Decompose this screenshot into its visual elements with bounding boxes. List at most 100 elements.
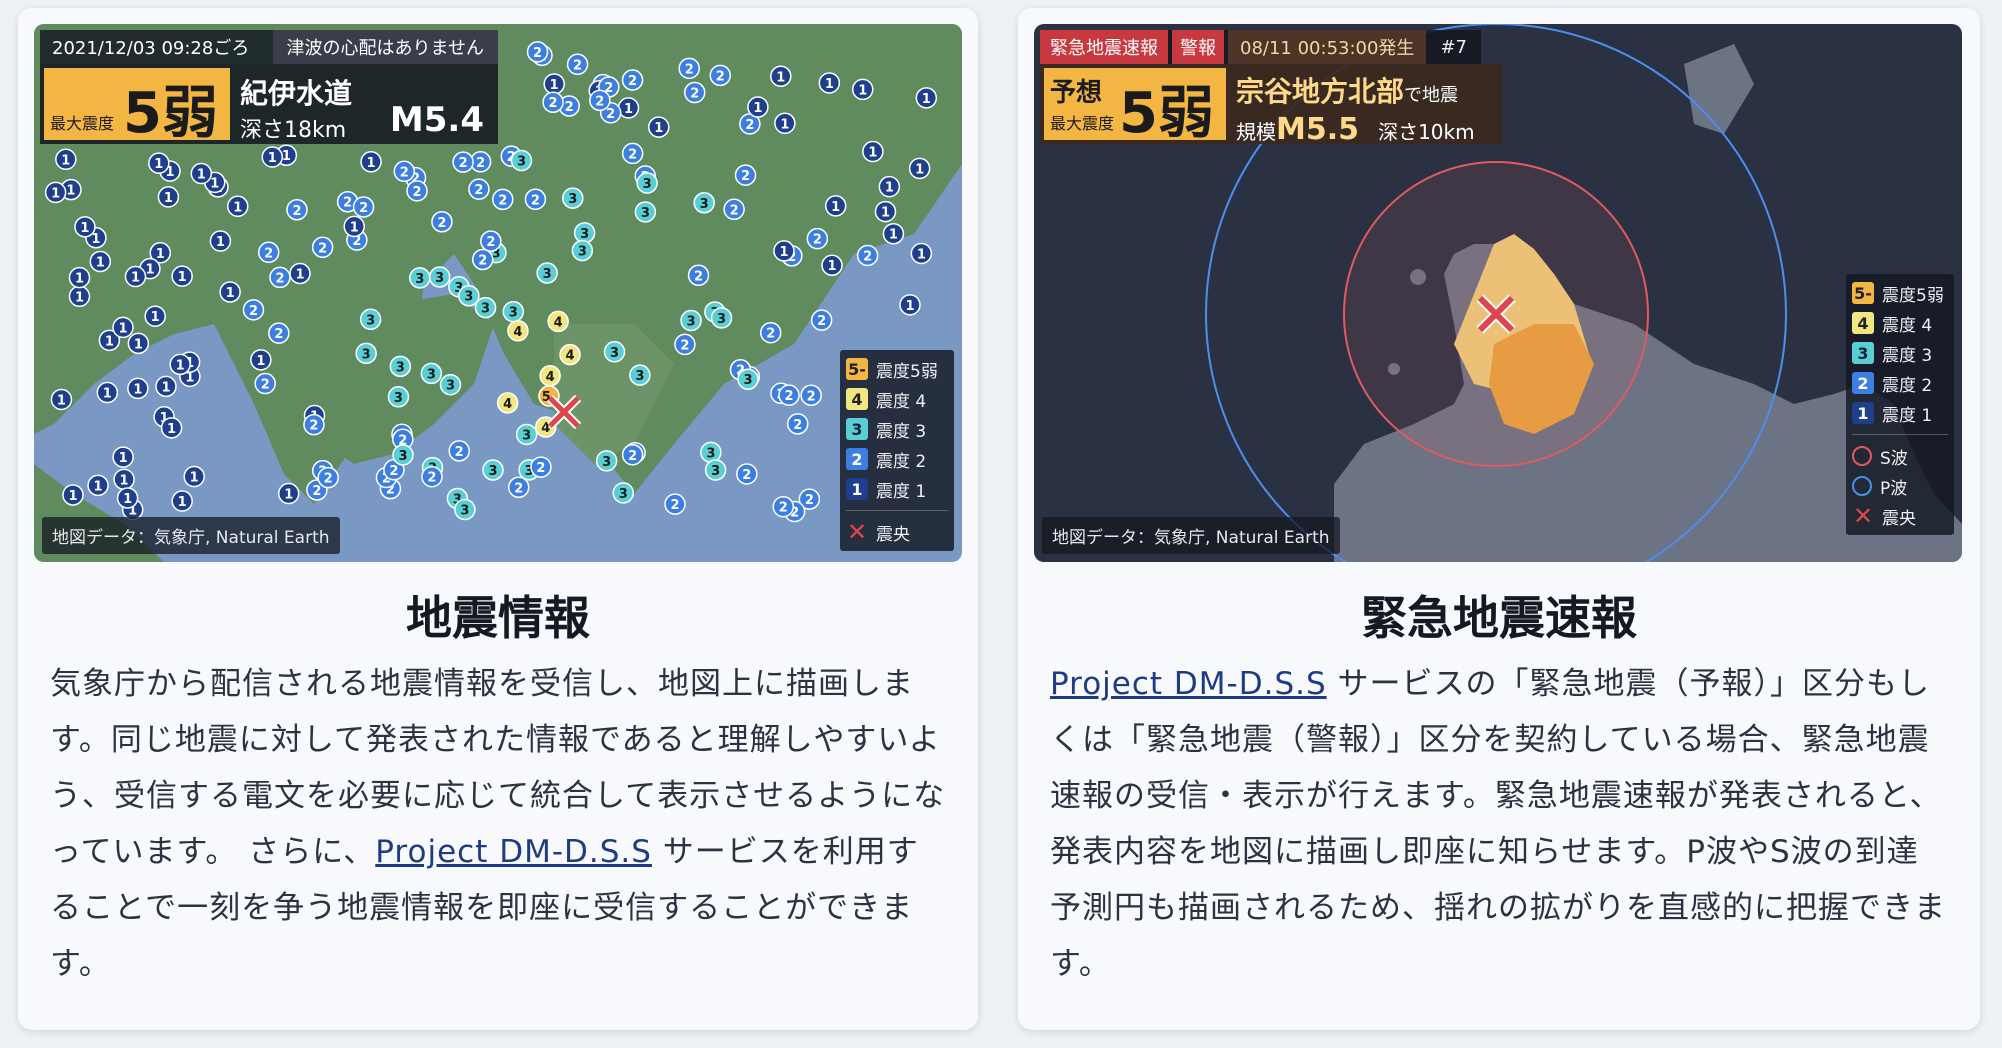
svg-text:1: 1 <box>161 380 170 395</box>
station-marker: 2 <box>589 89 611 112</box>
legend-item: ✕ 震央 <box>846 517 948 547</box>
max-shindo-label: 最大震度 <box>1050 114 1115 133</box>
station-marker: 1 <box>770 65 792 88</box>
earthquake-info-map[interactable]: 3212213111212211311332112223131211213111… <box>34 24 962 562</box>
eew-tag: 緊急地震速報 <box>1040 30 1168 64</box>
station-marker: 1 <box>862 140 884 163</box>
shindo-1-badge: 1 <box>1852 402 1874 424</box>
svg-text:1: 1 <box>654 121 663 136</box>
legend-item: 1 震度 1 <box>846 474 948 504</box>
station-marker: 1 <box>910 242 933 265</box>
legend-label: 震度 2 <box>1882 375 1933 396</box>
svg-text:1: 1 <box>233 200 242 215</box>
station-marker: 1 <box>899 294 921 316</box>
station-marker: 1 <box>127 332 150 355</box>
svg-text:4: 4 <box>546 370 555 385</box>
svg-text:1: 1 <box>282 149 291 164</box>
station-marker: 2 <box>468 178 490 200</box>
station-marker: 2 <box>526 41 549 63</box>
card-description: Project DM-D.S.S サービスの「緊急地震（予報）」区分もしくは「緊… <box>1050 656 1948 992</box>
svg-text:1: 1 <box>131 271 140 286</box>
station-marker: 1 <box>915 87 938 109</box>
serial-number: #7 <box>1440 36 1467 58</box>
station-marker: 2 <box>806 227 829 250</box>
station-marker: 3 <box>573 222 596 244</box>
svg-text:1: 1 <box>190 471 199 486</box>
svg-text:3: 3 <box>427 367 436 382</box>
svg-text:1: 1 <box>96 255 105 270</box>
svg-text:2: 2 <box>741 169 750 184</box>
scale-line: 規模M5.5 深さ10km <box>1236 112 1475 147</box>
legend-item: 5- 震度5弱 <box>846 354 948 384</box>
legend-label: P波 <box>1880 478 1908 499</box>
svg-text:2: 2 <box>628 449 637 464</box>
svg-text:1: 1 <box>75 290 84 305</box>
svg-text:2: 2 <box>309 419 318 434</box>
station-marker: 1 <box>148 152 170 174</box>
station-marker: 3 <box>510 149 533 172</box>
station-marker: 2 <box>452 151 474 173</box>
svg-text:1: 1 <box>624 102 633 117</box>
dmdss-link[interactable]: Project DM-D.S.S <box>375 834 652 870</box>
station-marker: 2 <box>317 466 339 489</box>
eew-map[interactable]: 緊急地震速報 警報 08/11 00:53:00発生 #7 予想 最大震度 5弱… <box>1034 24 1962 562</box>
station-marker: 1 <box>360 151 382 173</box>
station-marker: 2 <box>786 413 809 435</box>
svg-text:1: 1 <box>779 245 788 260</box>
station-marker: 1 <box>882 222 905 245</box>
legend-label: 震度 1 <box>1882 405 1933 426</box>
svg-text:1: 1 <box>103 387 112 402</box>
legend-item: 2 震度 2 <box>846 444 948 474</box>
station-marker: 1 <box>821 254 843 276</box>
svg-text:2: 2 <box>514 481 523 496</box>
station-marker: 1 <box>878 175 901 198</box>
station-marker: 1 <box>89 250 112 273</box>
svg-text:1: 1 <box>105 334 114 349</box>
svg-text:1: 1 <box>825 77 834 92</box>
shindo-3-badge: 3 <box>1852 342 1874 364</box>
station-marker: 1 <box>160 417 183 439</box>
station-marker: 3 <box>409 267 431 289</box>
station-marker: 1 <box>113 468 135 491</box>
svg-text:2: 2 <box>595 94 604 109</box>
svg-text:2: 2 <box>476 156 485 171</box>
station-marker: 3 <box>458 284 480 307</box>
dmdss-link[interactable]: Project DM-D.S.S <box>1050 666 1327 702</box>
svg-text:1: 1 <box>905 299 914 314</box>
legend-label: 震央 <box>1882 508 1916 529</box>
svg-text:2: 2 <box>249 304 258 319</box>
station-marker: 2 <box>566 53 589 76</box>
svg-text:4: 4 <box>513 325 522 340</box>
svg-text:3: 3 <box>578 245 587 260</box>
station-marker: 3 <box>634 201 657 223</box>
station-marker: 1 <box>851 78 874 101</box>
svg-text:2: 2 <box>573 58 582 73</box>
station-marker: 4 <box>559 343 581 366</box>
svg-text:3: 3 <box>488 464 497 479</box>
svg-text:1: 1 <box>80 221 89 236</box>
station-marker: 2 <box>683 81 706 104</box>
eew-legend: 5- 震度5弱 4 震度 4 3 震度 3 2 震度 2 1 震度 1 S波 P波 ✕ 震央 <box>1846 274 1954 535</box>
station-marker: 3 <box>629 364 651 386</box>
station-marker: 1 <box>773 240 795 262</box>
eew-card: 緊急地震速報 警報 08/11 00:53:00発生 #7 予想 最大震度 5弱… <box>1018 8 1980 1030</box>
station-marker: 2 <box>621 69 644 91</box>
station-marker: 1 <box>68 285 91 308</box>
svg-text:2: 2 <box>261 378 270 393</box>
svg-text:1: 1 <box>167 422 176 437</box>
svg-text:1: 1 <box>216 235 225 250</box>
svg-text:2: 2 <box>324 472 333 487</box>
svg-text:1: 1 <box>123 492 132 507</box>
station-marker: 1 <box>543 73 565 95</box>
predicted-shindo-box: 予想 最大震度 5弱 <box>1044 68 1226 146</box>
svg-text:3: 3 <box>706 446 715 461</box>
svg-text:2: 2 <box>807 389 816 404</box>
svg-text:3: 3 <box>446 379 455 394</box>
station-marker: 2 <box>269 266 291 289</box>
magnitude: M5.5 <box>1276 112 1359 147</box>
station-marker: 3 <box>612 482 635 504</box>
legend-item: 3 震度 3 <box>1852 338 1948 368</box>
earthquake-info-card: 3212213111212211311332112223131211213111… <box>18 8 978 1030</box>
hypocenter-name: 紀伊水道 <box>240 77 353 110</box>
station-marker: 3 <box>387 386 410 408</box>
